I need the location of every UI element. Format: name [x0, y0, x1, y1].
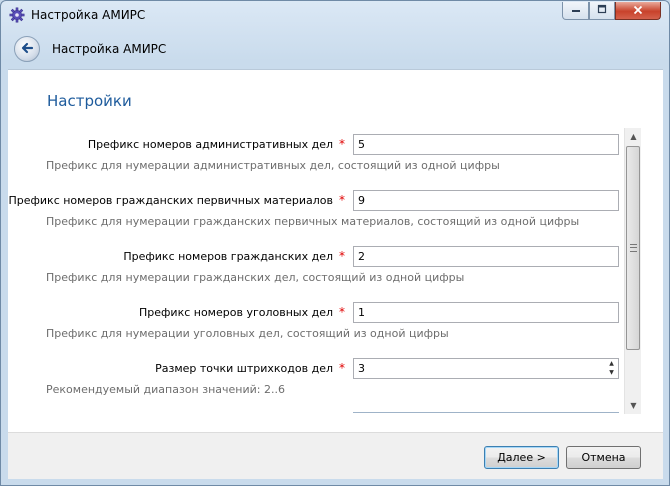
arrow-up-icon: ▲	[630, 132, 637, 141]
minimize-button[interactable]	[562, 2, 589, 20]
settings-panel: Настройки Префикс номеров административн…	[8, 69, 663, 432]
next-field-edge	[353, 412, 619, 413]
main-window: Настройка АМИРС Настройка АМИРС Настройк…	[0, 0, 670, 486]
field-hint-civil-primary-prefix: Префикс для нумерации гражданских первич…	[46, 215, 580, 228]
spinner-up-button[interactable]: ▲	[605, 359, 618, 368]
footer-bar: Далее > Отмена	[8, 432, 663, 479]
criminal-prefix-input[interactable]	[353, 302, 619, 323]
close-icon	[633, 4, 643, 18]
admin-prefix-input[interactable]	[353, 134, 619, 155]
window-title: Настройка АМИРС	[31, 8, 146, 22]
barcode-dot-size-stepper[interactable]	[353, 358, 619, 379]
required-mark: *	[339, 137, 345, 151]
required-mark: *	[339, 361, 345, 375]
field-label-admin-prefix: Префикс номеров административных дел	[87, 138, 333, 151]
required-mark: *	[339, 305, 345, 319]
maximize-button[interactable]	[589, 2, 615, 20]
civil-primary-prefix-input[interactable]	[353, 190, 619, 211]
field-hint-criminal-prefix: Префикс для нумерации уголовных дел, сос…	[46, 327, 449, 340]
field-label-barcode-dot-size: Размер точки штрихкодов дел	[155, 362, 333, 375]
required-mark: *	[339, 193, 345, 207]
scroll-thumb[interactable]	[626, 146, 640, 350]
civil-prefix-input[interactable]	[353, 246, 619, 267]
field-label-civil-prefix: Префикс номеров гражданских дел	[123, 250, 333, 263]
section-title: Настройки	[47, 92, 132, 110]
arrow-down-icon: ▼	[609, 369, 614, 376]
field-hint-admin-prefix: Префикс для нумерации административных д…	[46, 159, 500, 172]
arrow-up-icon: ▲	[609, 360, 614, 367]
title-bar[interactable]: Настройка АМИРС	[1, 1, 669, 29]
spinner-down-button[interactable]: ▼	[605, 368, 618, 377]
arrow-down-icon: ▼	[630, 401, 637, 410]
grip-icon	[630, 244, 637, 252]
close-button[interactable]	[615, 2, 661, 20]
next-button[interactable]: Далее >	[484, 446, 559, 469]
back-arrow-icon	[20, 41, 34, 58]
gear-icon	[9, 7, 25, 23]
field-label-civil-primary-prefix: Префикс номеров гражданских первичных ма…	[8, 194, 333, 207]
field-hint-civil-prefix: Префикс для нумерации гражданских дел, с…	[46, 271, 465, 284]
cancel-button[interactable]: Отмена	[566, 446, 641, 469]
scroll-down-button[interactable]: ▼	[625, 397, 642, 414]
navigation-bar: Настройка АМИРС	[8, 29, 663, 69]
vertical-scrollbar[interactable]: ▲ ▼	[624, 128, 641, 414]
wizard-title: Настройка АМИРС	[52, 42, 167, 56]
required-mark: *	[339, 249, 345, 263]
field-label-criminal-prefix: Префикс номеров уголовных дел	[139, 306, 333, 319]
field-hint-barcode-dot-size: Рекомендуемый диапазон значений: 2..6	[46, 383, 285, 396]
back-button[interactable]	[14, 36, 40, 62]
scroll-up-button[interactable]: ▲	[625, 128, 642, 145]
maximize-icon	[597, 4, 607, 17]
spinner-buttons: ▲ ▼	[605, 359, 618, 378]
minimize-icon	[571, 4, 581, 17]
